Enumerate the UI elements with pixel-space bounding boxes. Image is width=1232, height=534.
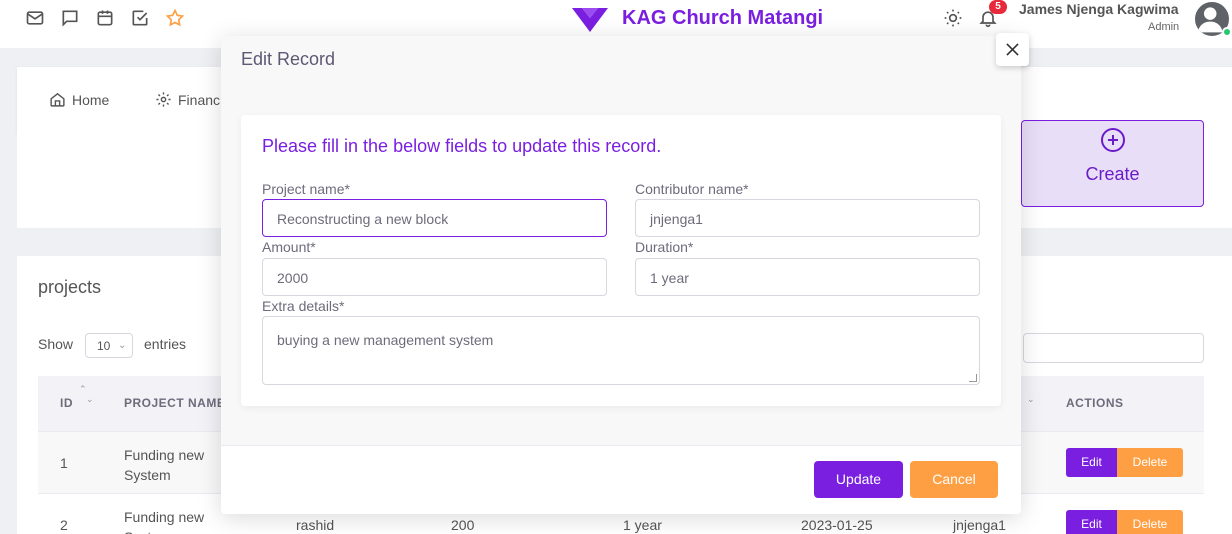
brand[interactable]: KAG Church Matangi [572, 4, 823, 32]
menu-item-finance[interactable]: Financ [155, 91, 220, 108]
cell-amount: 200 [451, 517, 475, 533]
search-input[interactable] [1023, 333, 1204, 363]
extra-details-field[interactable]: buying a new management system [262, 316, 980, 385]
project-name-field[interactable]: Reconstructing a new block [262, 199, 607, 237]
close-icon [1006, 43, 1019, 56]
brand-name: KAG Church Matangi [622, 6, 824, 29]
delete-button[interactable]: Delete [1117, 448, 1183, 477]
form-heading: Please fill in the below fields to updat… [262, 136, 662, 156]
menu-item-label: Home [72, 91, 110, 108]
edit-record-modal: Edit Record Please fill in the below fie… [221, 33, 1029, 514]
cell-user: jnjenga1 [953, 517, 1006, 533]
check-square-icon[interactable] [129, 7, 151, 29]
star-icon[interactable] [164, 7, 186, 29]
column-header-id[interactable]: ID [60, 396, 73, 410]
notification-badge: 5 [989, 0, 1007, 14]
extra-details-value: buying a new management system [277, 332, 494, 348]
amount-label: Amount* [262, 239, 316, 255]
contributor-name-field[interactable]: jnjenga1 [635, 199, 980, 237]
duration-field[interactable]: 1 year [635, 258, 980, 296]
cell-id: 1 [60, 455, 68, 471]
cancel-button[interactable]: Cancel [910, 461, 998, 498]
menu-item-home[interactable]: Home [49, 91, 109, 108]
show-label: Show [38, 336, 74, 352]
cell-contributor: rashid [296, 517, 335, 533]
projects-title: projects [38, 277, 102, 297]
gear-icon [156, 92, 171, 107]
close-button[interactable] [996, 33, 1029, 66]
delete-button[interactable]: Delete [1117, 510, 1183, 534]
sort-desc-icon[interactable]: ⌄ [86, 394, 94, 405]
chevron-down-icon: ⌄ [118, 340, 127, 351]
cell-date: 2023-01-25 [801, 517, 873, 533]
mail-icon[interactable] [24, 7, 46, 29]
cell-project: Funding new System [124, 447, 205, 483]
sort-desc-icon[interactable]: ⌄ [1027, 394, 1035, 405]
entries-label: entries [144, 336, 187, 352]
column-header-project-name[interactable]: PROJECT NAME [124, 396, 225, 410]
calendar-icon[interactable] [94, 7, 116, 29]
column-header-actions: ACTIONS [1066, 396, 1124, 410]
cell-id: 2 [60, 517, 68, 533]
user-role: Admin [1148, 21, 1180, 33]
sun-icon[interactable] [942, 7, 964, 29]
modal-header: Edit Record [221, 36, 1021, 84]
extra-details-label: Extra details* [262, 298, 345, 314]
create-label: Create [1085, 164, 1140, 184]
edit-button[interactable]: Edit [1066, 510, 1117, 534]
modal-title: Edit Record [241, 49, 336, 69]
cell-project: Funding new System [124, 509, 205, 534]
entries-value: 10 [97, 339, 111, 353]
edit-button[interactable]: Edit [1066, 448, 1117, 477]
online-status-dot [1222, 27, 1232, 37]
update-button[interactable]: Update [814, 461, 903, 498]
create-button[interactable]: Create [1021, 120, 1204, 207]
contributor-name-label: Contributor name* [635, 181, 749, 197]
amount-field[interactable]: 2000 [262, 258, 607, 296]
resize-handle-icon[interactable] [969, 374, 977, 382]
menu-item-label: Financ [178, 91, 221, 108]
brand-logo-icon [572, 8, 608, 32]
plus-circle-icon [1101, 128, 1125, 152]
duration-label: Duration* [635, 239, 694, 255]
user-name[interactable]: James Njenga Kagwima [1019, 1, 1179, 17]
chat-icon[interactable] [59, 7, 81, 29]
entries-select[interactable]: 10 ⌄ [85, 333, 133, 358]
cell-duration: 1 year [623, 517, 662, 533]
project-name-label: Project name* [262, 181, 350, 197]
home-icon [50, 92, 65, 107]
